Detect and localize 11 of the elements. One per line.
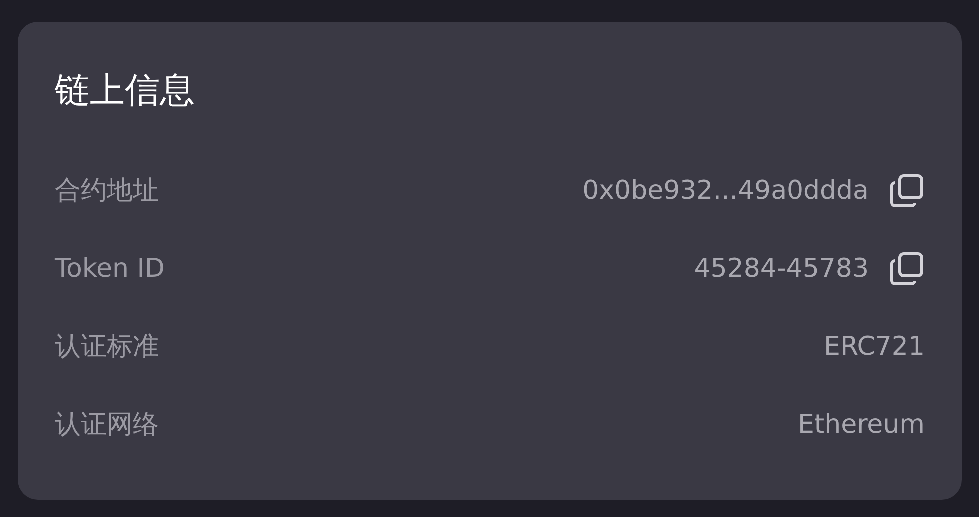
copy-icon[interactable] (889, 173, 925, 209)
field-value: ERC721 (824, 330, 925, 364)
field-label: 认证网络 (55, 408, 159, 442)
field-value: 45284-45783 (694, 252, 869, 286)
copy-icon[interactable] (889, 251, 925, 287)
field-label: 合约地址 (55, 174, 159, 208)
field-value: Ethereum (798, 408, 925, 442)
field-label: Token ID (55, 252, 165, 286)
field-label: 认证标准 (55, 330, 159, 364)
card-title: 链上信息 (55, 70, 196, 112)
field-value: 0x0be932...49a0ddda (582, 174, 869, 208)
